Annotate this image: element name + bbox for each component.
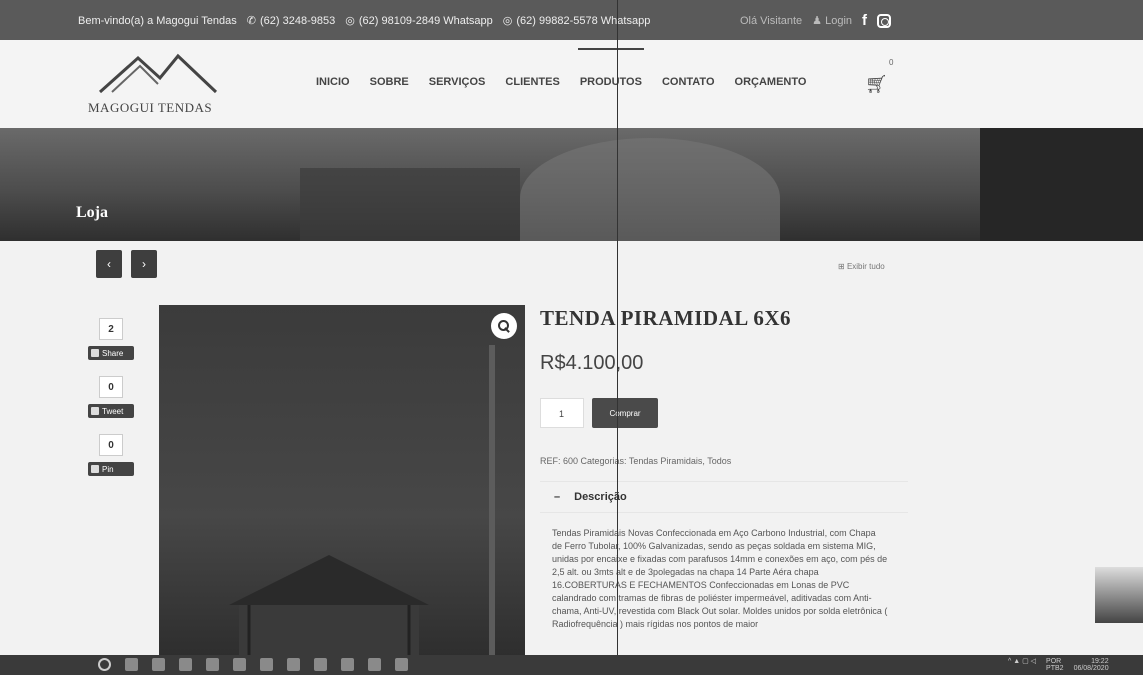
greeting-text: Olá Visitante bbox=[740, 14, 803, 27]
app-icon[interactable] bbox=[179, 658, 192, 671]
quantity-input[interactable]: 1 bbox=[540, 398, 584, 428]
app-icon[interactable] bbox=[152, 658, 165, 671]
task-view-icon[interactable] bbox=[125, 658, 138, 671]
app-icon[interactable] bbox=[368, 658, 381, 671]
show-all-link[interactable]: ⊞ Exibir tudo bbox=[838, 262, 885, 271]
pin-button[interactable]: Pin bbox=[88, 462, 134, 476]
pin-count: 0 bbox=[99, 434, 123, 456]
tree-shape bbox=[489, 345, 495, 657]
system-tray: ^ ▲ ▢ ◁ POR PTB2 19:22 06/08/2020 bbox=[1008, 658, 1109, 672]
nav-item-orcamento[interactable]: ORÇAMENTO bbox=[735, 76, 807, 88]
main-nav: INICIO SOBRE SERVIÇOS CLIENTES PRODUTOS … bbox=[316, 48, 807, 88]
app-icon[interactable] bbox=[395, 658, 408, 671]
banner-image-shape bbox=[520, 138, 780, 241]
scan-artifact-line bbox=[617, 0, 618, 655]
top-bar: Bem-vindo(a) a Magogui Tendas ✆ (62) 3248… bbox=[0, 0, 1143, 40]
side-thumbnail[interactable] bbox=[1095, 567, 1143, 623]
file-explorer-icon[interactable] bbox=[206, 658, 219, 671]
twitter-icon bbox=[91, 407, 99, 415]
app-icon[interactable] bbox=[314, 658, 327, 671]
phone-contact[interactable]: ✆ (62) 3248-9853 bbox=[246, 14, 336, 28]
tweet-button[interactable]: Tweet bbox=[88, 404, 134, 418]
tray-icons[interactable]: ^ ▲ ▢ ◁ bbox=[1008, 658, 1036, 672]
facebook-icon[interactable]: f bbox=[862, 12, 867, 29]
share-twitter: 0 Tweet bbox=[88, 376, 134, 418]
product-price: R$4.100,00 bbox=[540, 352, 644, 374]
user-icon: ♟ bbox=[812, 15, 823, 27]
language-code: POR bbox=[1046, 658, 1062, 665]
tweet-label: Tweet bbox=[102, 406, 124, 416]
windows-taskbar: ^ ▲ ▢ ◁ POR PTB2 19:22 06/08/2020 bbox=[0, 655, 1143, 675]
show-all-label: Exibir tudo bbox=[846, 262, 885, 271]
logo-mountains-icon bbox=[98, 53, 218, 94]
language-indicator[interactable]: POR PTB2 bbox=[1046, 658, 1064, 672]
instagram-icon[interactable] bbox=[877, 13, 892, 28]
whatsapp-contact-1[interactable]: ◎ (62) 98109-2849 Whatsapp bbox=[345, 14, 493, 28]
product-image[interactable] bbox=[159, 305, 525, 657]
page-title: Loja bbox=[76, 204, 108, 221]
pinterest-icon bbox=[91, 465, 99, 473]
cart-icon[interactable]: 🛒︎ bbox=[865, 74, 888, 95]
welcome-text: Bem-vindo(a) a Magogui Tendas bbox=[78, 14, 237, 27]
whatsapp-contact-2[interactable]: ◎ (62) 99882-5578 Whatsapp bbox=[502, 14, 651, 28]
share-label: Share bbox=[102, 348, 124, 358]
site-logo[interactable]: MAGOGUI TENDAS bbox=[88, 50, 228, 120]
collapse-icon: – bbox=[554, 491, 561, 503]
share-pinterest: 0 Pin bbox=[88, 434, 134, 476]
whatsapp-icon: ◎ bbox=[345, 15, 355, 27]
logo-text: MAGOGUI TENDAS bbox=[88, 100, 213, 115]
next-product-button[interactable]: › bbox=[131, 250, 157, 278]
page-banner: Loja bbox=[0, 128, 1143, 241]
pin-label: Pin bbox=[102, 464, 114, 474]
share-count: 2 bbox=[99, 318, 123, 340]
nav-item-produtos[interactable]: PRODUTOS bbox=[577, 48, 645, 88]
taskbar-icons bbox=[98, 658, 408, 671]
chrome-icon[interactable] bbox=[341, 658, 354, 671]
prev-product-button[interactable]: ‹ bbox=[96, 250, 122, 278]
nav-item-servicos[interactable]: SERVIÇOS bbox=[429, 76, 486, 88]
app-icon[interactable] bbox=[260, 658, 273, 671]
login-label: Login bbox=[825, 15, 853, 27]
product-meta: REF: 600 Categorias: Tendas Piramidais, … bbox=[540, 456, 732, 466]
nav-item-sobre[interactable]: SOBRE bbox=[370, 76, 409, 88]
clock-date: 06/08/2020 bbox=[1073, 665, 1109, 672]
nav-item-inicio[interactable]: INICIO bbox=[316, 76, 350, 88]
whatsapp-icon: ◎ bbox=[502, 15, 513, 27]
share-button[interactable]: Share bbox=[88, 346, 134, 360]
clock[interactable]: 19:22 06/08/2020 bbox=[1074, 658, 1109, 672]
app-icon[interactable] bbox=[287, 658, 300, 671]
tweet-count: 0 bbox=[99, 376, 123, 398]
clock-time: 19:22 bbox=[1091, 658, 1109, 665]
whatsapp-number: (62) 99882-5578 Whatsapp bbox=[516, 14, 651, 27]
product-title: TENDA PIRAMIDAL 6X6 bbox=[540, 306, 792, 330]
nav-item-contato[interactable]: CONTATO bbox=[662, 76, 715, 88]
zoom-icon[interactable] bbox=[491, 313, 517, 339]
description-tab[interactable]: – Descrição bbox=[540, 481, 908, 513]
facebook-icon bbox=[91, 349, 99, 357]
phone-number: (62) 3248-9853 bbox=[260, 14, 336, 27]
phone-icon: ✆ bbox=[246, 15, 256, 27]
banner-image-shape bbox=[980, 128, 1143, 241]
whatsapp-number: (62) 98109-2849 Whatsapp bbox=[358, 14, 493, 27]
app-icon[interactable] bbox=[233, 658, 246, 671]
product-description: Tendas Piramidais Novas Confeccionada em… bbox=[552, 528, 888, 629]
topbar-right: Olá Visitante ♟ Login f bbox=[740, 12, 892, 29]
cart-count: 0 bbox=[889, 58, 894, 67]
buy-button[interactable]: Comprar bbox=[592, 398, 658, 428]
tent-illustration bbox=[229, 555, 429, 655]
banner-image-shape bbox=[300, 168, 520, 241]
start-icon[interactable] bbox=[98, 658, 111, 671]
description-heading: Descrição bbox=[574, 491, 627, 503]
site-header: MAGOGUI TENDAS INICIO SOBRE SERVIÇOS CLI… bbox=[0, 40, 1143, 128]
share-facebook: 2 Share bbox=[88, 318, 134, 360]
contact-info: Bem-vindo(a) a Magogui Tendas ✆ (62) 3248… bbox=[78, 14, 651, 28]
nav-item-clientes[interactable]: CLIENTES bbox=[505, 76, 559, 88]
keyboard-layout: PTB2 bbox=[1046, 665, 1064, 672]
login-link[interactable]: ♟ Login bbox=[812, 14, 852, 27]
